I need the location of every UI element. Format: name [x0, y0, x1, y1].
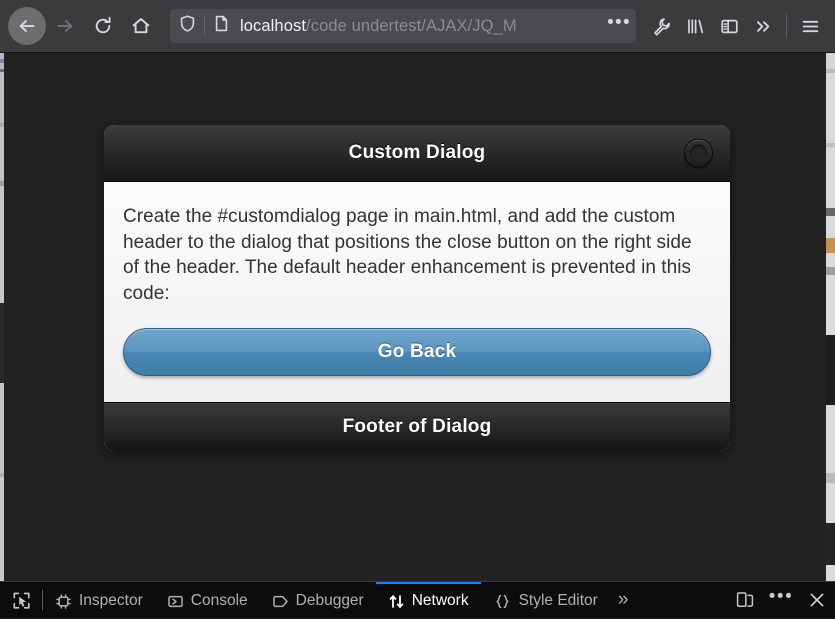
devtools-tab-label: Network	[411, 592, 469, 609]
dialog-content: Create the #customdialog page in main.ht…	[104, 182, 730, 402]
underlying-page-left-sliver	[0, 53, 4, 581]
url-path: /code undertest/AJAX/JQ_M	[306, 17, 517, 35]
sidebar-button[interactable]	[712, 7, 746, 45]
url-host: localhost	[240, 17, 307, 35]
network-icon	[388, 593, 405, 610]
page-icon	[212, 14, 231, 38]
custom-dialog: Custom Dialog Create the #customdialog p…	[104, 125, 730, 451]
hamburger-menu-icon	[802, 20, 818, 32]
devtools-tab-label: Inspector	[79, 592, 143, 609]
browser-toolbar: localhost/code undertest/AJAX/JQ_M •••	[0, 0, 835, 53]
sidebar-icon	[720, 19, 738, 33]
back-button[interactable]	[8, 7, 46, 45]
toolbar-divider	[786, 14, 787, 38]
devtools-tab-console[interactable]: Console	[155, 582, 260, 618]
devtools-tabs: Inspector Console Debugger Network Style…	[43, 582, 727, 618]
dialog-close-button[interactable]	[684, 138, 713, 168]
home-button[interactable]	[122, 7, 160, 45]
style-editor-icon	[493, 593, 512, 610]
devtools-settings-button[interactable]: •••	[763, 582, 799, 619]
forward-button[interactable]	[46, 7, 84, 45]
devtools-overflow-button[interactable]: »	[610, 582, 637, 618]
devtools-wrench-button[interactable]	[644, 7, 678, 45]
devtools-tab-inspector[interactable]: Inspector	[43, 582, 155, 618]
meatball-menu-icon: •••	[768, 586, 794, 607]
app-menu-button[interactable]	[793, 7, 827, 45]
library-button[interactable]	[678, 7, 712, 45]
inspector-icon	[55, 593, 72, 610]
back-arrow-icon	[19, 20, 35, 32]
devtools-toolbar: Inspector Console Debugger Network Style…	[0, 581, 835, 618]
dialog-body-text: Create the #customdialog page in main.ht…	[123, 206, 692, 304]
devtools-tab-debugger[interactable]: Debugger	[260, 582, 376, 618]
url-text[interactable]: localhost/code undertest/AJAX/JQ_M	[240, 16, 606, 36]
forward-arrow-icon	[57, 20, 73, 32]
page-viewport: Custom Dialog Create the #customdialog p…	[0, 53, 835, 581]
devtools-tab-label: Debugger	[295, 592, 364, 609]
responsive-design-mode-icon	[736, 592, 754, 607]
dialog-footer: Footer of Dialog	[104, 402, 730, 451]
shield-icon[interactable]	[178, 14, 197, 38]
url-overflow-button[interactable]: •••	[606, 13, 632, 35]
toolbar-overflow-button[interactable]	[746, 7, 780, 45]
chevron-double-right-icon	[756, 20, 769, 32]
close-devtools-button[interactable]	[799, 582, 835, 619]
console-icon	[167, 593, 184, 610]
devtools-tab-network[interactable]: Network	[375, 582, 481, 618]
devtools-tab-label: Style Editor	[518, 592, 598, 609]
wrench-icon	[653, 17, 670, 36]
close-devtools-icon	[810, 593, 824, 607]
devtools-tab-label: Console	[190, 592, 248, 609]
element-picker-button[interactable]	[0, 582, 42, 618]
url-bar[interactable]: localhost/code undertest/AJAX/JQ_M •••	[170, 9, 636, 43]
library-icon	[687, 18, 703, 33]
element-picker-icon	[13, 592, 30, 609]
responsive-design-mode-button[interactable]	[727, 582, 763, 619]
debugger-icon	[272, 593, 289, 610]
devtools-right-buttons: •••	[727, 582, 835, 618]
home-icon	[132, 18, 150, 34]
dialog-header: Custom Dialog	[104, 125, 730, 182]
underlying-page-right-sliver	[826, 53, 835, 581]
go-back-button[interactable]: Go Back	[123, 328, 711, 376]
urlbar-divider	[204, 16, 205, 36]
dialog-title: Custom Dialog	[348, 142, 486, 163]
devtools-tab-style-editor[interactable]: Style Editor	[481, 582, 610, 618]
dialog-footer-title: Footer of Dialog	[342, 416, 492, 437]
reload-icon	[95, 16, 111, 34]
reload-button[interactable]	[84, 7, 122, 45]
